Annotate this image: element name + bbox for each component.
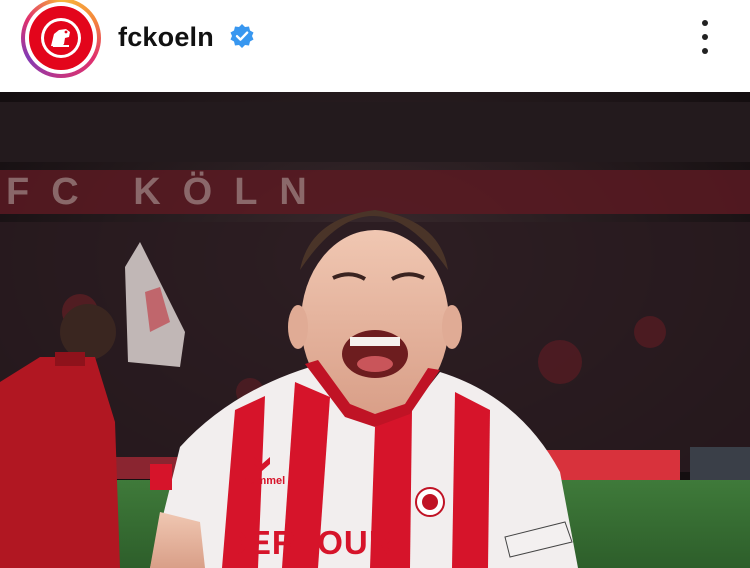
- post-header: fckoeln: [0, 0, 750, 92]
- verified-badge-icon: [230, 24, 254, 48]
- fc-koeln-crest-icon: [41, 18, 81, 58]
- stadium-banner: FC KÖLN: [6, 170, 329, 213]
- sponsor-label: DERTOUR: [224, 524, 394, 561]
- avatar[interactable]: [29, 6, 93, 70]
- kit-brand-label: hummel: [243, 475, 286, 487]
- story-ring[interactable]: [21, 0, 101, 78]
- more-vertical-icon[interactable]: [690, 18, 720, 56]
- username[interactable]: fckoeln: [118, 22, 214, 53]
- post-photo[interactable]: FC KÖLN: [0, 92, 750, 568]
